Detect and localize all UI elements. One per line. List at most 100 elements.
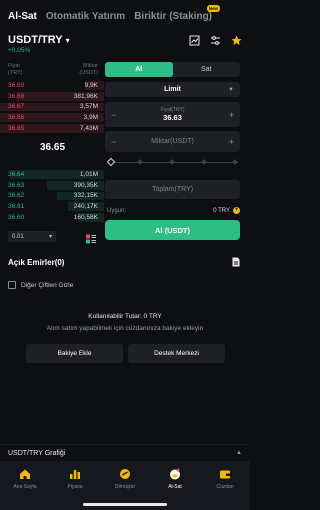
ask-row[interactable]: 36.66 3,9M: [0, 112, 104, 123]
add-balance-button[interactable]: Bakiye Ekle: [26, 344, 123, 363]
nav-label: Al-Sat: [168, 484, 182, 490]
hide-pairs-checkbox[interactable]: [8, 281, 16, 289]
available-balance: Uygun: 0 TRY +: [107, 207, 240, 214]
nav-ana-sayfa[interactable]: Ana Sayfa: [0, 461, 50, 510]
nav-label: Ana Sayfa: [13, 484, 37, 490]
slider-step-100[interactable]: [232, 159, 238, 165]
ask-qty: 381,96K: [73, 92, 98, 100]
sell-tab[interactable]: Sat: [173, 62, 241, 77]
add-balance-message: Alım satım yapabilmek için cüzdanınıza b…: [46, 325, 204, 332]
support-center-button[interactable]: Destek Merkezi: [128, 344, 225, 363]
caret-down-icon[interactable]: ▾: [66, 36, 70, 45]
hide-other-pairs[interactable]: Diğer Çiftleri Gizle: [8, 281, 73, 289]
add-funds-icon[interactable]: +: [233, 207, 240, 214]
ask-row[interactable]: 36.69 9,9K: [0, 80, 104, 91]
open-orders-title[interactable]: Açık Emirler(0): [8, 258, 64, 267]
home-icon: [20, 469, 30, 479]
bid-row[interactable]: 36.60 160,58K: [0, 212, 104, 223]
price-header-label: Fiyat: [8, 63, 20, 69]
pair-header: USDT/TRY ▾: [8, 33, 242, 47]
price-field-value: 36.63: [163, 113, 182, 122]
open-orders-header: Açık Emirler(0): [8, 257, 240, 267]
tab-biriktir-label: Biriktir (Staking): [134, 10, 212, 22]
orderbook-bids: 36.64 1,01M 36.63 390,35K 36.62 332,15K 36.61 2…: [0, 169, 104, 223]
ask-qty: 3,57M: [79, 103, 98, 111]
ask-qty: 7,43M: [79, 125, 98, 133]
chevron-down-icon: ▾: [48, 234, 52, 240]
bottom-nav: Ana Sayfa Piyasa Dönüştür Al-Sat Cüzdan: [0, 461, 250, 510]
ask-price: 36.66: [8, 114, 25, 122]
caret-up-icon: ▲: [236, 450, 242, 456]
qty-header-label: Miktar: [83, 63, 98, 69]
orderbook-view-icon[interactable]: [86, 231, 96, 244]
price-header-unit: (TRY): [8, 70, 23, 76]
slider-knob[interactable]: [106, 157, 116, 166]
caret-down-icon: ▼: [228, 86, 234, 93]
ask-row[interactable]: 36.67 3,57M: [0, 102, 104, 113]
available-value: 0 TRY: [213, 207, 230, 214]
available-label: Uygun:: [107, 207, 127, 214]
orderbook-header: Fiyat (TRY) Miktar (USDT): [8, 63, 98, 77]
decimal-selector[interactable]: 0.01 ▾: [8, 231, 56, 242]
ask-price: 36.69: [8, 81, 25, 89]
ask-qty: 3,9M: [83, 114, 98, 122]
bid-row[interactable]: 36.62 332,15K: [0, 191, 104, 202]
order-type-select[interactable]: Limit ▼: [105, 82, 240, 97]
nav-cuzdan[interactable]: Cüzdan: [200, 461, 250, 510]
bid-qty: 1,01M: [79, 170, 98, 178]
order-type-value: Limit: [164, 86, 181, 93]
market-icon: [70, 470, 80, 479]
qty-header: Miktar (USDT): [79, 63, 98, 77]
bid-qty: 390,35K: [73, 181, 98, 189]
order-history-icon[interactable]: [232, 257, 240, 267]
bid-price: 36.62: [8, 192, 25, 200]
bid-qty: 240,17K: [73, 203, 98, 211]
ask-price: 36.67: [8, 103, 25, 111]
ask-row[interactable]: 36.68 381,96K: [0, 91, 104, 102]
ask-price: 36.68: [8, 92, 25, 100]
bid-row[interactable]: 36.61 240,17K: [0, 201, 104, 212]
chart-settings-icon[interactable]: [188, 34, 200, 46]
new-badge: New: [206, 4, 220, 12]
home-indicator[interactable]: [83, 503, 167, 506]
tab-al-sat[interactable]: Al-Sat: [8, 11, 37, 22]
filter-icon[interactable]: [209, 34, 221, 46]
chart-toggle-label: USDT/TRY Grafiği: [8, 449, 66, 457]
pair-selector[interactable]: USDT/TRY: [8, 34, 63, 46]
slider-step-50[interactable]: [169, 159, 175, 165]
chart-toggle[interactable]: USDT/TRY Grafiği ▲: [0, 444, 250, 461]
plus-icon[interactable]: +: [229, 137, 234, 147]
available-amount-text: Kullanılabilir Tutar: 0 TRY: [88, 313, 162, 320]
ask-price: 36.65: [8, 125, 25, 133]
total-input[interactable]: Toplam(TRY): [105, 180, 240, 199]
favorite-star-icon[interactable]: [230, 34, 242, 46]
price-field[interactable]: Fiyat(TRY) 36.63: [116, 107, 228, 122]
slider-step-75[interactable]: [201, 159, 207, 165]
amount-placeholder: Miktar(USDT): [151, 138, 194, 145]
slider-step-25[interactable]: [137, 159, 143, 165]
buy-usdt-button[interactable]: Al (USDT): [105, 220, 240, 240]
nav-label: Piyasa: [67, 484, 83, 490]
qty-header-unit: (USDT): [79, 70, 98, 76]
wallet-icon: [220, 470, 230, 479]
bid-price: 36.63: [8, 181, 25, 189]
bid-price: 36.64: [8, 170, 25, 178]
tab-biriktir[interactable]: Biriktir (Staking) New: [134, 4, 220, 22]
bid-price: 36.61: [8, 203, 25, 211]
bid-row[interactable]: 36.64 1,01M: [0, 169, 104, 180]
tab-otomatik-yatirim[interactable]: Otomatik Yatırım: [46, 11, 125, 22]
price-input[interactable]: − Fiyat(TRY) 36.63 +: [105, 102, 240, 127]
amount-slider[interactable]: [106, 157, 238, 166]
amount-input[interactable]: − Miktar(USDT) +: [105, 131, 240, 152]
ask-row[interactable]: 36.65 7,43M: [0, 123, 104, 134]
plus-icon[interactable]: +: [229, 110, 234, 120]
trade-icon: [170, 468, 180, 480]
last-price: 36.65: [40, 142, 66, 153]
hide-pairs-label: Diğer Çiftleri Gizle: [21, 281, 74, 289]
bid-row[interactable]: 36.63 390,35K: [0, 180, 104, 191]
buy-tab[interactable]: Al: [105, 62, 173, 77]
bid-qty: 332,15K: [73, 192, 98, 200]
convert-icon: [120, 469, 130, 479]
price-change: +0.05%: [8, 47, 31, 54]
bid-qty: 160,58K: [73, 214, 98, 222]
